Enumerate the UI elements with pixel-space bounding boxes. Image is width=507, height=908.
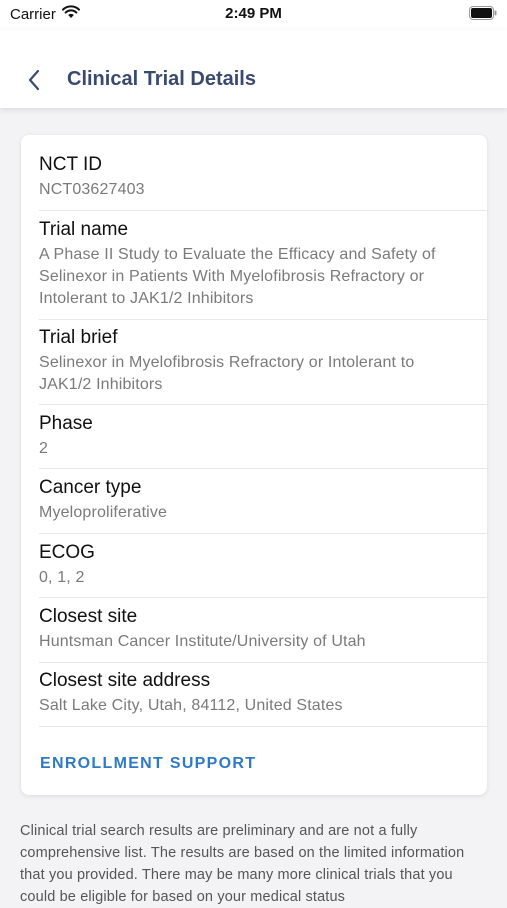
field-label: Closest site address <box>39 670 211 691</box>
divider <box>39 662 487 663</box>
trial-details-card: NCT ID NCT03627403 Trial name A Phase II… <box>21 135 487 795</box>
navigation-bar: Clinical Trial Details <box>0 30 507 108</box>
field-closest-site-address: Closest site address Salt Lake City, Uta… <box>39 669 487 717</box>
divider <box>39 468 487 469</box>
field-value: A Phase II Study to Evaluate the Efficac… <box>39 246 436 307</box>
page-title: Clinical Trial Details <box>67 68 256 90</box>
field-label: Trial name <box>39 219 129 240</box>
field-phase: Phase 2 <box>39 412 487 460</box>
field-label: NCT ID <box>39 154 102 175</box>
status-time: 2:49 PM <box>225 5 282 22</box>
field-value: 0, 1, 2 <box>39 569 85 586</box>
field-label: Phase <box>39 413 93 434</box>
back-button[interactable] <box>20 66 48 94</box>
field-closest-site: Closest site Huntsman Cancer Institute/U… <box>39 605 487 653</box>
field-value: Selinexor in Myelofibrosis Refractory or… <box>39 354 415 393</box>
divider <box>39 597 487 598</box>
field-trial-brief: Trial brief Selinexor in Myelofibrosis R… <box>39 326 487 396</box>
divider <box>39 404 487 405</box>
divider <box>39 726 487 727</box>
field-value: Myeloproliferative <box>39 504 168 521</box>
battery-icon <box>469 6 497 24</box>
field-value: Huntsman Cancer Institute/University of … <box>39 633 366 650</box>
divider <box>39 210 487 211</box>
field-cancer-type: Cancer type Myeloproliferative <box>39 476 487 524</box>
field-value: 2 <box>39 440 49 457</box>
field-label: Trial brief <box>39 327 118 348</box>
field-ecog: ECOG 0, 1, 2 <box>39 541 487 589</box>
field-value: NCT03627403 <box>39 181 145 198</box>
status-bar: Carrier 2:49 PM <box>0 0 507 30</box>
field-label: ECOG <box>39 542 95 563</box>
chevron-left-icon <box>28 69 40 91</box>
field-label: Closest site <box>39 606 138 627</box>
field-label: Cancer type <box>39 477 142 498</box>
disclaimer-text: Clinical trial search results are prelim… <box>20 823 465 905</box>
field-nct-id: NCT ID NCT03627403 <box>39 153 487 201</box>
field-trial-name: Trial name A Phase II Study to Evaluate … <box>39 218 487 310</box>
divider <box>39 533 487 534</box>
divider <box>39 319 487 320</box>
field-value: Salt Lake City, Utah, 84112, United Stat… <box>39 697 343 714</box>
enrollment-support-button[interactable]: ENROLLMENT SUPPORT <box>40 755 256 773</box>
